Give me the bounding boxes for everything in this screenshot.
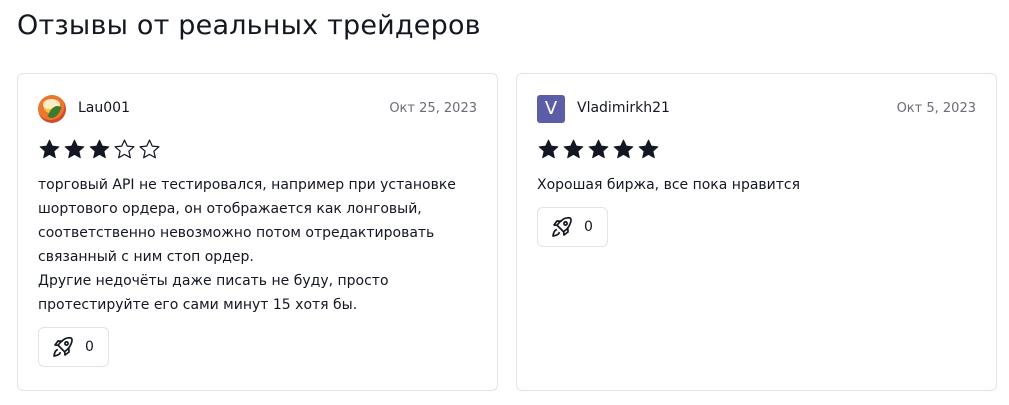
rocket-icon	[53, 336, 73, 357]
review-date: Окт 5, 2023	[896, 101, 976, 116]
star-empty-icon	[114, 139, 135, 159]
boost-button[interactable]: 0	[38, 327, 109, 367]
star-empty-icon	[139, 139, 160, 159]
star-filled-icon	[89, 139, 110, 159]
review-card: Lau001 Окт 25, 2023 торговый API не тест…	[17, 73, 498, 391]
avatar[interactable]	[38, 95, 66, 123]
star-filled-icon	[588, 139, 609, 159]
review-text: Хорошая биржа, все пока нравится	[537, 177, 801, 193]
star-rating	[537, 138, 660, 160]
star-filled-icon	[638, 139, 659, 159]
page-title: Отзывы от реальных трейдеров	[17, 10, 481, 41]
boost-button[interactable]: 0	[537, 207, 608, 247]
review-date: Окт 25, 2023	[389, 101, 477, 116]
review-header: Lau001 Окт 25, 2023	[38, 94, 477, 124]
star-filled-icon	[39, 139, 60, 159]
review-author[interactable]: Lau001	[78, 100, 130, 116]
review-author[interactable]: Vladimirkh21	[577, 100, 670, 116]
boost-count: 0	[584, 219, 593, 235]
review-card: V Vladimirkh21 Окт 5, 2023 Хорошая биржа…	[516, 73, 997, 391]
rocket-icon	[552, 216, 572, 237]
boost-count: 0	[85, 339, 94, 355]
star-filled-icon	[613, 139, 634, 159]
star-rating	[38, 138, 161, 160]
review-header: V Vladimirkh21 Окт 5, 2023	[537, 94, 976, 124]
star-filled-icon	[538, 139, 559, 159]
star-filled-icon	[64, 139, 85, 159]
avatar[interactable]: V	[537, 95, 565, 123]
review-text: торговый API не тестировался, например п…	[38, 177, 456, 313]
star-filled-icon	[563, 139, 584, 159]
